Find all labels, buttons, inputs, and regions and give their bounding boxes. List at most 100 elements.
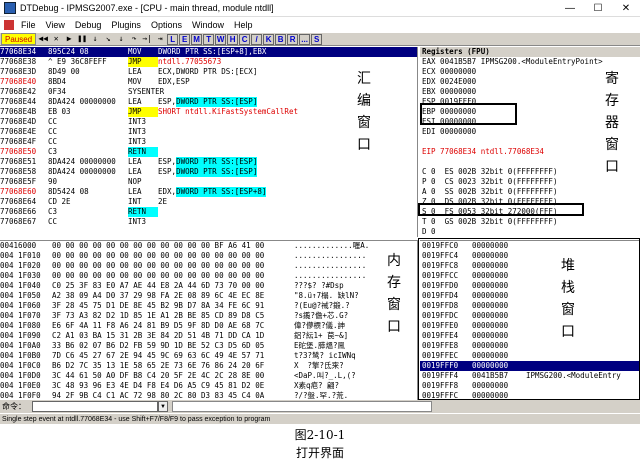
disasm-address: 77068E58: [0, 167, 37, 176]
minimize-button[interactable]: —: [556, 0, 584, 17]
menu-help[interactable]: Help: [229, 20, 258, 30]
disasm-address: 77068E67: [0, 217, 37, 226]
chevron-down-icon[interactable]: ▼: [158, 401, 168, 412]
disasm-row[interactable]: 77068E4F CC INT3: [0, 137, 417, 147]
register-line[interactable]: A 0 SS 002B 32bit 0(FFFFFFFF): [420, 187, 640, 197]
toolbar-button-2[interactable]: ▶: [63, 33, 75, 45]
disasm-row[interactable]: 77068E34 895C24 08 MOV DWORD PTR SS:[ESP+8]…: [0, 47, 417, 57]
register-line[interactable]: EAX 0041B5B7 IPMSG200.<ModuleEntryPoint>: [420, 57, 640, 67]
dump-hex: 3F 73 A3 82 D2 1D 85 1E A1 2B BE 85 CD 8…: [52, 311, 265, 320]
dump-address: 004 1F0D0: [0, 371, 41, 380]
dump-row[interactable]: 004 1F0F0 94 2F 9B C4 C1 AC 72 98 80 2C 8…: [0, 391, 417, 400]
disasm-row[interactable]: 77068E3D 8D49 00 LEA ECX,DWORD PTR DS:[ECX]: [0, 67, 417, 77]
disasm-row[interactable]: 77068E44 8DA424 00000000 LEA ESP, DWORD PTR …: [0, 97, 417, 107]
dump-row[interactable]: 004 1F070 3F 73 A3 82 D2 1D 85 1E A1 2B B…: [0, 311, 417, 321]
dump-row[interactable]: 004 1F010 00 00 00 00 00 00 00 00 00 00 0…: [0, 251, 417, 261]
menu-file[interactable]: File: [16, 20, 41, 30]
dump-row[interactable]: 004 1F0A0 33 B6 02 07 B6 D2 FB 59 9D 1D B…: [0, 341, 417, 351]
disasm-row[interactable]: 77068E4D CC INT3: [0, 117, 417, 127]
dump-row[interactable]: 004 1F0B0 7D C6 45 27 67 2E 94 45 9C 69 6…: [0, 351, 417, 361]
menu-debug[interactable]: Debug: [70, 20, 107, 30]
disasm-row[interactable]: 77068E5F 90 NOP: [0, 177, 417, 187]
dump-hex: 33 B6 02 07 B6 D2 FB 59 9D 1D BE 52 C3 D…: [52, 341, 265, 350]
dump-address: 004 1F060: [0, 301, 41, 310]
memory-label-char: 口: [387, 319, 401, 335]
toolbar-button-3[interactable]: ❚❚: [76, 33, 88, 45]
toolbar-window-button-12[interactable]: S: [311, 33, 323, 45]
dump-row[interactable]: 004 1F0C0 B6 D2 7C 35 13 1E 58 65 2E 73 6…: [0, 361, 417, 371]
toolbar-window-button-10[interactable]: R: [287, 33, 299, 45]
disasm-row[interactable]: 77068E67 CC INT3: [0, 217, 417, 227]
dump-row[interactable]: 004 1F090 C2 A1 03 BA 15 31 2B 3E 84 2D 5…: [0, 331, 417, 341]
disasm-opcode: LEA: [128, 157, 142, 166]
register-line[interactable]: T 0 GS 002B 32bit 0(FFFFFFFF): [420, 217, 640, 227]
menu-options[interactable]: Options: [146, 20, 187, 30]
command-bar: 命令： ▼: [0, 400, 640, 413]
dump-row[interactable]: 004 1F040 C0 25 3F 83 E0 A7 AE 44 E8 2A 4…: [0, 281, 417, 291]
toolbar-window-button-1[interactable]: E: [179, 33, 191, 45]
stack-label-char: 堆: [561, 258, 575, 274]
toolbar-window-button-2[interactable]: M: [191, 33, 203, 45]
toolbar-button-0[interactable]: ◀◀: [37, 33, 49, 45]
register-line[interactable]: P 0 CS 0023 32bit 0(FFFFFFFF): [420, 177, 640, 187]
toolbar-window-button-0[interactable]: L: [167, 33, 179, 45]
toolbar-window-button-9[interactable]: B: [275, 33, 287, 45]
status-bar: Single step event at ntdll.77068E34 - us…: [0, 413, 640, 424]
dump-row[interactable]: 004 1F0D0 3C 44 61 50 A0 DF B8 C4 20 5F 2…: [0, 371, 417, 381]
dump-row[interactable]: 004 1F060 3F 28 45 75 D1 DE 8E 45 B2 9B D…: [0, 301, 417, 311]
disasm-row[interactable]: 77068E4E CC INT3: [0, 127, 417, 137]
toolbar-button-5[interactable]: ↘: [102, 33, 114, 45]
dump-row[interactable]: 004 1F020 00 00 00 00 00 00 00 00 00 00 0…: [0, 261, 417, 271]
toolbar-button-6[interactable]: ↓: [115, 33, 127, 45]
dump-address: 004 1F090: [0, 331, 41, 340]
toolbar-button-4[interactable]: ↓: [89, 33, 101, 45]
toolbar-window-button-6[interactable]: C: [239, 33, 251, 45]
disasm-row[interactable]: 77068E64 CD 2E INT 2E: [0, 197, 417, 207]
disasm-row[interactable]: 77068E58 8DA424 00000000 LEA ESP, DWORD PTR …: [0, 167, 417, 177]
dump-row[interactable]: 00416000 00 00 00 00 00 00 00 00 00 00 00…: [0, 241, 417, 251]
stack-label-char: 口: [561, 324, 575, 340]
disasm-row[interactable]: 77068E50 C3 RETN: [0, 147, 417, 157]
toolbar-window-button-4[interactable]: W: [215, 33, 227, 45]
close-button[interactable]: ✕: [612, 0, 640, 17]
toolbar-button-8[interactable]: →|: [141, 33, 153, 45]
toolbar-window-button-7[interactable]: /: [251, 33, 263, 45]
disasm-row[interactable]: 77068E51 8DA424 00000000 LEA ESP, DWORD PTR …: [0, 157, 417, 167]
registers-label-char: 器: [605, 115, 619, 131]
register-line[interactable]: D 0: [420, 227, 640, 237]
registers-label-char: 口: [605, 159, 619, 175]
disasm-row[interactable]: 77068E4B EB 03 JMP SHORT ntdll.KiFastSystem…: [0, 107, 417, 117]
disasm-address: 77068E60: [0, 187, 37, 196]
disasm-row[interactable]: 77068E40 8BD4 MOV EDX,ESP: [0, 77, 417, 87]
dump-row[interactable]: 004 1F030 00 00 00 00 00 00 00 00 00 00 0…: [0, 271, 417, 281]
dump-row[interactable]: 004 1F080 E6 6F 4A 11 F8 A6 24 81 B9 D5 9…: [0, 321, 417, 331]
memory-dump-pane[interactable]: 00416000 00 00 00 00 00 00 00 00 00 00 00…: [0, 240, 418, 400]
dump-row[interactable]: 004 1F050 A2 38 09 A4 D0 37 29 98 FA 2E 0…: [0, 291, 417, 301]
disasm-address: 77068E51: [0, 157, 37, 166]
disasm-row[interactable]: 77068E60 8D5424 08 LEA EDX, DWORD PTR SS:[ES…: [0, 187, 417, 197]
disasm-row[interactable]: 77068E38 ^ E9 36C8FEFF JMP ntdll.77055673: [0, 57, 417, 67]
disasm-row[interactable]: 77068E66 C3 RETN: [0, 207, 417, 217]
toolbar-window-button-8[interactable]: K: [263, 33, 275, 45]
disasm-memref: DWORD PTR SS:[ESP]: [176, 167, 258, 177]
maximize-button[interactable]: ☐: [584, 0, 612, 17]
toolbar-window-button-3[interactable]: T: [203, 33, 215, 45]
dump-address: 004 1F070: [0, 311, 41, 320]
toolbar-window-button-11[interactable]: ...: [299, 33, 311, 45]
dump-hex: E6 6F 4A 11 F8 A6 24 81 B9 D5 9F 8D D0 A…: [52, 321, 265, 330]
disasm-hex: 8DA424 00000000: [48, 167, 116, 176]
dump-row[interactable]: 004 1F0E0 3C 48 93 96 E3 4E D4 F8 E4 D6 A…: [0, 381, 417, 391]
disasm-row[interactable]: 77068E42 0F34 SYSENTER: [0, 87, 417, 97]
menu-view[interactable]: View: [41, 20, 70, 30]
command-input[interactable]: [32, 401, 158, 412]
toolbar: Paused ◀◀ ✕ ▶ ❚❚ ↓ ↘ ↓ ↷ →| ⇥ L E M T W H C / K B R... S: [0, 32, 640, 46]
menu-plugins[interactable]: Plugins: [106, 20, 146, 30]
dump-hex: 3F 28 45 75 D1 DE 8E 45 B2 9B D7 8A 34 F…: [52, 301, 265, 310]
menu-window[interactable]: Window: [187, 20, 229, 30]
dump-hex: 00 00 00 00 00 00 00 00 00 00 00 00 00 0…: [52, 271, 265, 280]
toolbar-button-1[interactable]: ✕: [50, 33, 62, 45]
toolbar-window-button-5[interactable]: H: [227, 33, 239, 45]
toolbar-button-7[interactable]: ↷: [128, 33, 140, 45]
toolbar-button-9[interactable]: ⇥: [154, 33, 166, 45]
app-icon: [4, 2, 16, 14]
